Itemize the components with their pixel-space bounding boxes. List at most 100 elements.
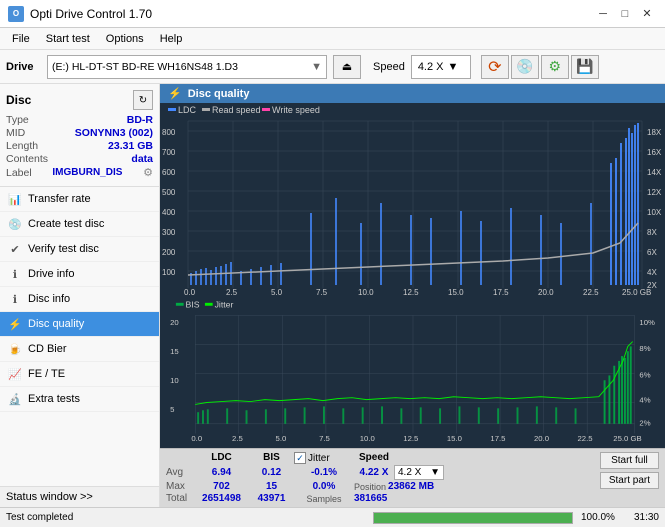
drive-info-icon: ℹ — [8, 267, 22, 281]
minimize-button[interactable]: ─ — [593, 4, 613, 24]
disc-length-label: Length — [6, 140, 38, 152]
toolbar-icon-2[interactable]: 💿 — [511, 55, 539, 79]
stats-table: LDC BIS ✓ Jitter Speed Avg 6.94 0.12 -0.… — [166, 452, 590, 504]
speed2-dropdown[interactable]: 4.2 X ▼ — [394, 465, 444, 480]
svg-text:25.0 GB: 25.0 GB — [613, 434, 641, 443]
status-window-button[interactable]: Status window >> — [0, 486, 159, 507]
left-panel: Disc ↻ Type BD-R MID SONYNN3 (002) Lengt… — [0, 84, 160, 507]
disc-label-row: Label IMGBURN_DIS ⚙ — [6, 166, 153, 179]
start-part-button[interactable]: Start part — [600, 472, 659, 489]
stats-header-row: LDC BIS ✓ Jitter Speed — [166, 452, 590, 464]
sidebar-item-cd-bier-label: CD Bier — [28, 343, 67, 355]
nav-items: 📊 Transfer rate 💿 Create test disc ✔ Ver… — [0, 187, 159, 486]
disc-quality-header-title: Disc quality — [188, 88, 250, 100]
sidebar-item-fe-te[interactable]: 📈 FE / TE — [0, 362, 159, 387]
disc-contents-row: Contents data — [6, 153, 153, 165]
titlebar-left: O Opti Drive Control 1.70 — [8, 6, 152, 22]
svg-text:5: 5 — [170, 405, 174, 414]
stats-max-row: Max 702 15 0.0% Position 23862 MB — [166, 481, 590, 492]
stats-max-jitter: 0.0% — [294, 481, 354, 492]
sidebar-item-extra-tests-label: Extra tests — [28, 393, 80, 405]
titlebar: O Opti Drive Control 1.70 ─ □ ✕ — [0, 0, 665, 28]
svg-text:5.0: 5.0 — [271, 288, 283, 297]
stats-speed-header: Speed — [354, 452, 394, 464]
svg-text:800: 800 — [162, 128, 176, 137]
charts-wrapper: LDC Read speed Write speed 800 700 600 5… — [160, 103, 665, 448]
svg-text:0.0: 0.0 — [191, 434, 202, 443]
menu-help[interactable]: Help — [152, 31, 191, 47]
stats-max-ldc: 702 — [194, 481, 249, 492]
bottom-bar: Test completed 100.0% 31:30 — [0, 507, 665, 527]
maximize-button[interactable]: □ — [615, 4, 635, 24]
sidebar-item-disc-quality[interactable]: ⚡ Disc quality — [0, 312, 159, 337]
create-test-disc-icon: 💿 — [8, 217, 22, 231]
svg-text:15: 15 — [170, 347, 179, 356]
svg-text:2%: 2% — [639, 419, 650, 428]
menu-start-test[interactable]: Start test — [38, 31, 98, 47]
sidebar-item-create-test-disc[interactable]: 💿 Create test disc — [0, 212, 159, 237]
sidebar-item-fe-te-label: FE / TE — [28, 368, 65, 380]
toolbar-icon-4[interactable]: 💾 — [571, 55, 599, 79]
svg-text:6%: 6% — [639, 370, 650, 379]
stats-avg-jitter: -0.1% — [294, 467, 354, 478]
elapsed-time: 31:30 — [624, 512, 659, 523]
svg-text:12X: 12X — [647, 188, 662, 197]
speed-label: Speed — [373, 61, 405, 73]
svg-text:5.0: 5.0 — [276, 434, 287, 443]
disc-contents-label: Contents — [6, 153, 48, 165]
toolbar-icon-1[interactable]: ⟳ — [481, 55, 509, 79]
lower-chart-svg: BIS Jitter 20 15 10 5 10% 8% 6% 4% 2% — [160, 298, 665, 448]
jitter-label: Jitter — [308, 453, 330, 464]
lower-chart: BIS Jitter 20 15 10 5 10% 8% 6% 4% 2% — [160, 298, 665, 448]
menu-options[interactable]: Options — [98, 31, 152, 47]
upper-chart: LDC Read speed Write speed 800 700 600 5… — [160, 103, 665, 298]
sidebar-item-extra-tests[interactable]: 🔬 Extra tests — [0, 387, 159, 412]
disc-label-label: Label — [6, 167, 32, 179]
start-full-button[interactable]: Start full — [600, 452, 659, 469]
svg-text:20.0: 20.0 — [538, 288, 554, 297]
stats-max-label: Max — [166, 481, 194, 492]
svg-text:15.0: 15.0 — [448, 288, 464, 297]
svg-text:12.5: 12.5 — [403, 434, 418, 443]
sidebar-item-create-test-disc-label: Create test disc — [28, 218, 104, 230]
close-button[interactable]: ✕ — [637, 4, 657, 24]
svg-text:20.0: 20.0 — [534, 434, 549, 443]
verify-test-disc-icon: ✔ — [8, 242, 22, 256]
sidebar-item-drive-info[interactable]: ℹ Drive info — [0, 262, 159, 287]
speed-selector[interactable]: 4.2 X ▼ — [411, 55, 471, 79]
sidebar-item-disc-info[interactable]: ℹ Disc info — [0, 287, 159, 312]
eject-button[interactable]: ⏏ — [333, 55, 361, 79]
jitter-checkbox[interactable]: ✓ — [294, 452, 306, 464]
drive-selector[interactable]: (E:) HL-DT-ST BD-RE WH16NS48 1.D3 ▼ — [47, 55, 327, 79]
progress-bar-container — [373, 512, 573, 524]
cd-bier-icon: 🍺 — [8, 342, 22, 356]
drivebar: Drive (E:) HL-DT-ST BD-RE WH16NS48 1.D3 … — [0, 50, 665, 84]
stats-total-label: Total — [166, 493, 194, 504]
progress-percentage: 100.0% — [581, 512, 616, 523]
svg-text:700: 700 — [162, 148, 176, 157]
stats-bis-header: BIS — [249, 452, 294, 464]
sidebar-item-cd-bier[interactable]: 🍺 CD Bier — [0, 337, 159, 362]
svg-text:4%: 4% — [639, 396, 650, 405]
disc-mid-label: MID — [6, 127, 25, 139]
status-text: Test completed — [6, 512, 365, 523]
disc-mid-row: MID SONYNN3 (002) — [6, 127, 153, 139]
sidebar-item-verify-test-disc[interactable]: ✔ Verify test disc — [0, 237, 159, 262]
sidebar-item-transfer-rate[interactable]: 📊 Transfer rate — [0, 187, 159, 212]
disc-section: Disc ↻ Type BD-R MID SONYNN3 (002) Lengt… — [0, 84, 159, 187]
svg-text:0.0: 0.0 — [184, 288, 196, 297]
sidebar-item-disc-quality-label: Disc quality — [28, 318, 84, 330]
svg-text:10%: 10% — [639, 318, 655, 327]
disc-refresh-button[interactable]: ↻ — [133, 90, 153, 110]
svg-text:10X: 10X — [647, 208, 662, 217]
stats-avg-ldc: 6.94 — [194, 467, 249, 478]
menu-file[interactable]: File — [4, 31, 38, 47]
toolbar-icon-3[interactable]: ⚙ — [541, 55, 569, 79]
sidebar-item-transfer-rate-label: Transfer rate — [28, 193, 91, 205]
svg-text:22.5: 22.5 — [583, 288, 599, 297]
jitter-check[interactable]: ✓ Jitter — [294, 452, 354, 464]
speed-value: 4.2 X — [418, 61, 444, 73]
start-buttons: Start full Start part — [600, 452, 659, 489]
stats-total-samples: 381665 — [354, 493, 387, 504]
drive-label: Drive — [6, 61, 41, 73]
